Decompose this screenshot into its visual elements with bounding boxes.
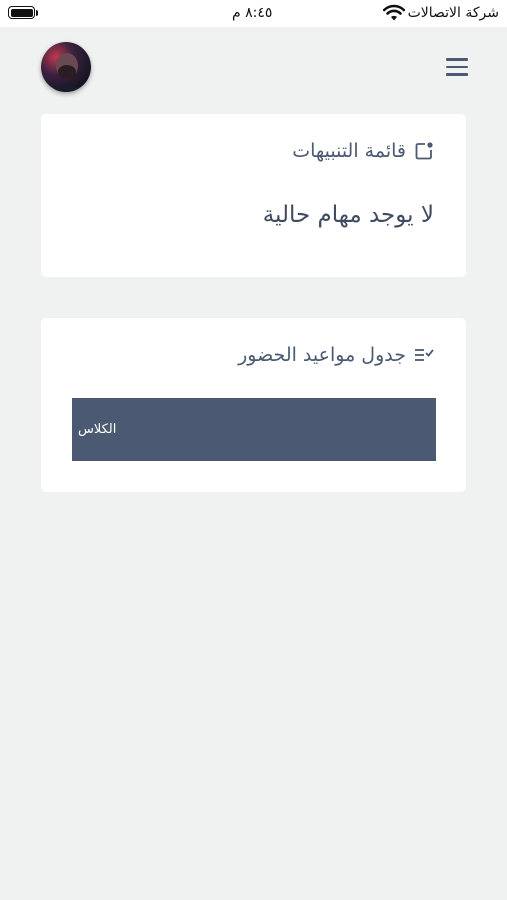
class-button[interactable]: الكلاس: [72, 398, 436, 461]
battery-icon: [8, 6, 35, 19]
notification-icon: [415, 142, 433, 160]
notifications-header: قائمة التنبيهات: [292, 140, 434, 162]
notifications-card: قائمة التنبيهات لا يوجد مهام حالية: [41, 114, 466, 277]
battery-tip: [36, 10, 38, 16]
hamburger-menu-icon[interactable]: [444, 57, 470, 77]
carrier-name: شركة الاتصالات: [407, 5, 499, 21]
avatar-image: [41, 42, 91, 92]
attendance-schedule-card: جدول مواعيد الحضور الكلاس: [41, 318, 466, 492]
status-bar: ٨:٤٥ م شركة الاتصالات: [0, 0, 507, 27]
schedule-title: جدول مواعيد الحضور: [238, 344, 406, 366]
status-time: ٨:٤٥ م: [232, 5, 273, 21]
notifications-title: قائمة التنبيهات: [292, 140, 406, 162]
user-avatar[interactable]: [41, 42, 91, 92]
checklist-icon: [415, 349, 434, 361]
empty-tasks-message: لا يوجد مهام حالية: [262, 202, 434, 228]
wifi-icon: [383, 4, 405, 21]
schedule-header: جدول مواعيد الحضور: [238, 344, 434, 366]
